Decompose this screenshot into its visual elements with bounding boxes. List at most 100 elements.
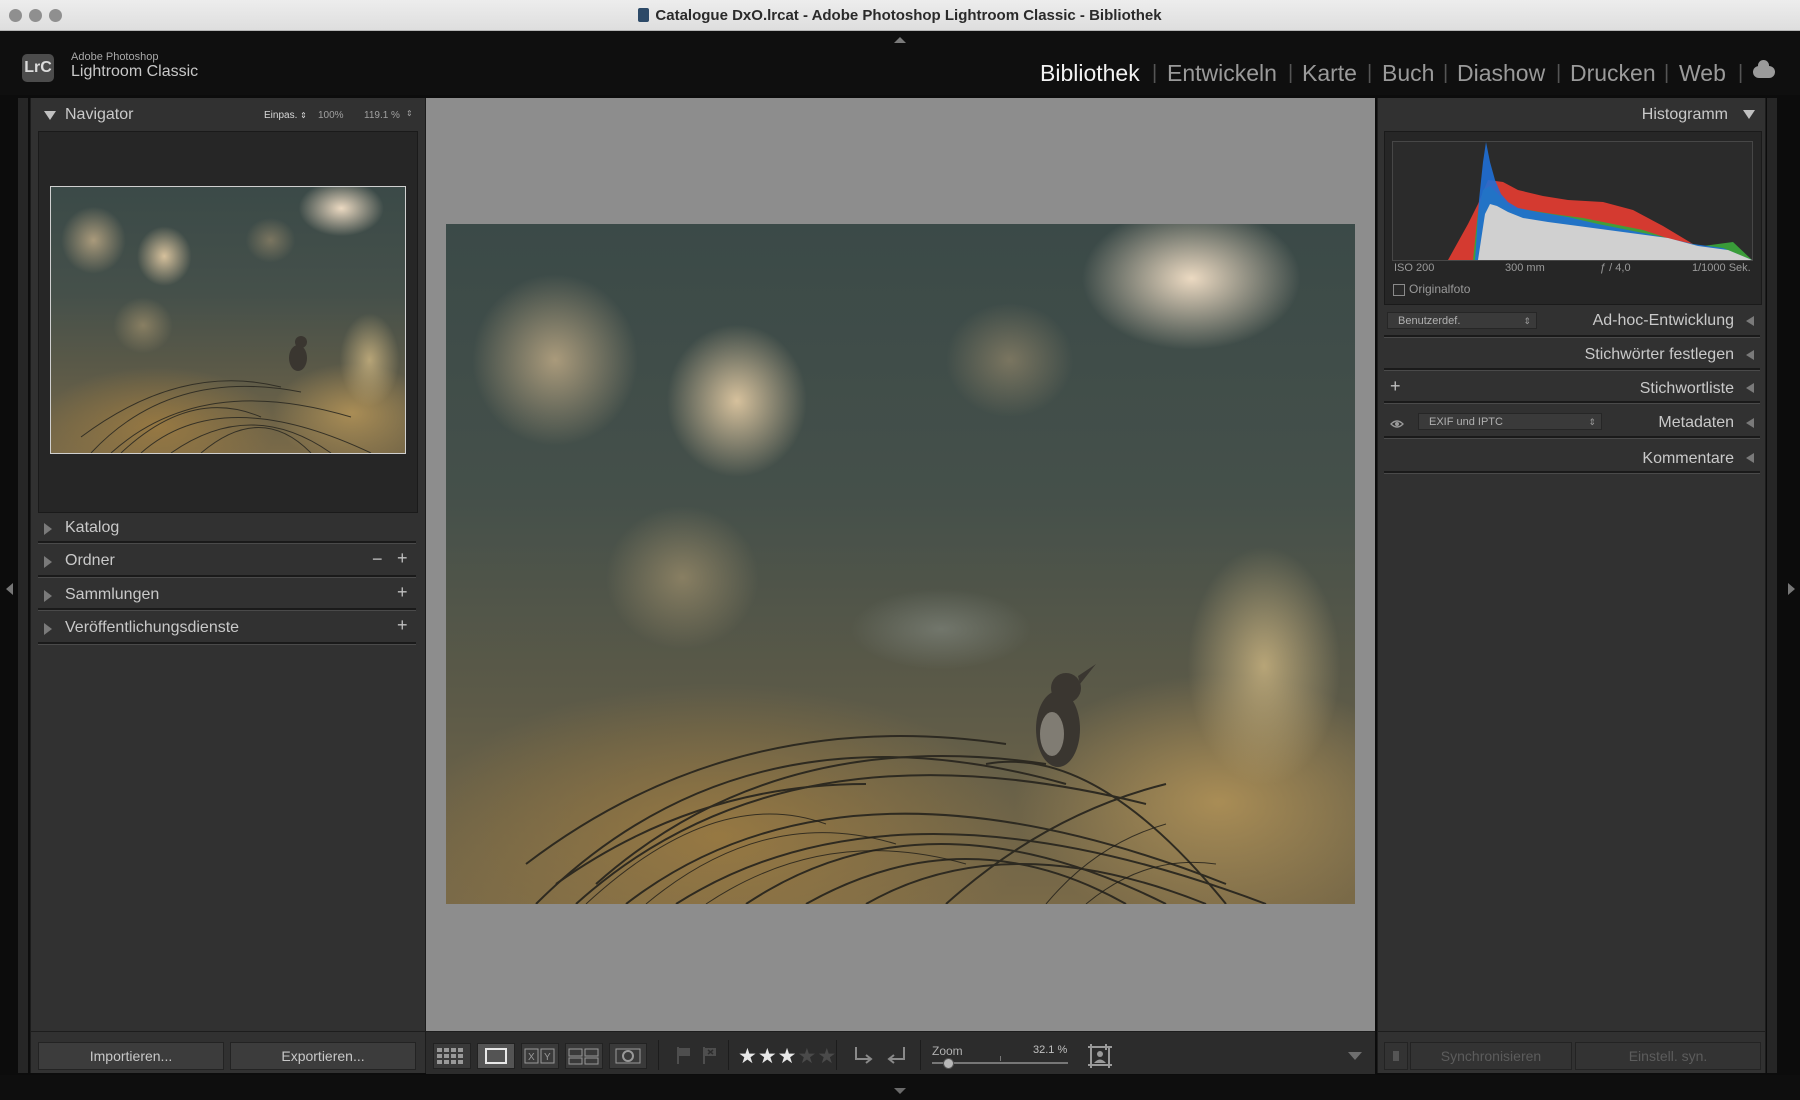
people-view-glyph <box>615 1048 641 1064</box>
export-button[interactable]: Exportieren... <box>230 1042 416 1070</box>
keyword-list-add-button[interactable]: + <box>1390 376 1401 397</box>
module-diashow[interactable]: Diashow <box>1457 60 1545 87</box>
metadata-preset-value: EXIF und IPTC <box>1429 416 1503 428</box>
module-separator: | <box>1288 62 1294 84</box>
original-photo-checkbox[interactable] <box>1393 284 1405 296</box>
loupe-view-glyph <box>485 1048 507 1064</box>
window-title: Catalogue DxO.lrcat - Adobe Photoshop Li… <box>0 7 1800 24</box>
toolbar-separator <box>836 1040 837 1070</box>
zoom-value: 32.1 % <box>1033 1044 1068 1056</box>
ordner-add-button[interactable]: + <box>397 548 408 569</box>
histogram-shutter: 1/1000 Sek. <box>1692 262 1751 274</box>
main-photo-branches-graphic <box>525 589 1267 904</box>
brand-line-2: Lightroom Classic <box>71 63 199 80</box>
panel-divider <box>38 642 416 645</box>
panel-divider <box>38 608 416 611</box>
main-photo[interactable] <box>446 224 1355 904</box>
panel-divider <box>38 575 416 578</box>
comments-title[interactable]: Kommentare <box>1560 450 1734 468</box>
sync-button[interactable]: Synchronisieren <box>1410 1042 1572 1070</box>
histogram-iso: ISO 200 <box>1394 262 1435 274</box>
document-icon <box>638 8 650 22</box>
reject-flag-icon[interactable] <box>702 1045 718 1070</box>
keyword-list-expand-icon[interactable] <box>1746 383 1754 393</box>
histogram-collapse-icon[interactable] <box>1743 110 1755 119</box>
left-panel-edge <box>18 98 28 1073</box>
publish-services-panel-title[interactable]: Veröffentlichungsdienste <box>65 619 239 637</box>
rotate-right-icon[interactable] <box>884 1043 912 1072</box>
publish-services-add-button[interactable]: + <box>397 615 408 636</box>
module-separator: | <box>1738 62 1744 84</box>
star-icon[interactable]: ★ <box>778 1045 798 1068</box>
sammlungen-panel-title[interactable]: Sammlungen <box>65 586 159 604</box>
people-view-icon[interactable] <box>609 1043 647 1069</box>
grid-view-glyph <box>437 1048 463 1064</box>
module-buch[interactable]: Buch <box>1382 60 1434 87</box>
toolbar-options-icon[interactable] <box>1348 1052 1362 1060</box>
collapse-left-panel-icon[interactable] <box>6 583 13 595</box>
histogram-chart[interactable] <box>1392 141 1753 261</box>
module-drucken[interactable]: Drucken <box>1570 60 1656 87</box>
right-panel-edge <box>1767 98 1777 1073</box>
panel-divider <box>1384 436 1760 439</box>
rotate-left-icon[interactable] <box>848 1043 876 1072</box>
ordner-expand-icon[interactable] <box>44 556 52 568</box>
quick-develop-title[interactable]: Ad-hoc-Entwicklung <box>1500 312 1734 330</box>
katalog-expand-icon[interactable] <box>44 523 52 535</box>
fit-label: Einpas. <box>264 110 298 121</box>
import-button[interactable]: Importieren... <box>38 1042 224 1070</box>
module-karte[interactable]: Karte <box>1302 60 1357 87</box>
window-title-text: Catalogue DxO.lrcat - Adobe Photoshop Li… <box>655 7 1162 24</box>
collapse-top-panel-icon[interactable] <box>894 37 906 43</box>
right-footer-divider <box>1377 1031 1766 1032</box>
comments-expand-icon[interactable] <box>1746 453 1754 463</box>
publish-services-expand-icon[interactable] <box>44 623 52 635</box>
zoom-label: Zoom <box>932 1044 963 1058</box>
compare-view-icon[interactable]: XY <box>521 1043 559 1069</box>
svg-text:X: X <box>528 1052 535 1063</box>
sync-settings-button[interactable]: Einstell. syn. <box>1575 1042 1761 1070</box>
metadata-title[interactable]: Metadaten <box>1560 414 1734 432</box>
navigator-fit-option[interactable]: Einpas. ⇕ <box>264 110 307 121</box>
keywording-expand-icon[interactable] <box>1746 350 1754 360</box>
metadata-expand-icon[interactable] <box>1746 418 1754 428</box>
star-icon[interactable]: ★ <box>738 1045 758 1068</box>
keywording-title[interactable]: Stichwörter festlegen <box>1480 346 1734 364</box>
left-footer-divider <box>30 1031 426 1032</box>
toolbar-separator <box>920 1040 921 1070</box>
module-entwickeln[interactable]: Entwickeln <box>1167 60 1277 87</box>
star-icon[interactable]: ★ <box>797 1045 817 1068</box>
module-bibliothek[interactable]: Bibliothek <box>1040 60 1140 87</box>
sammlungen-expand-icon[interactable] <box>44 590 52 602</box>
compare-view-glyph: XY <box>524 1048 555 1064</box>
zoom-tick <box>1000 1056 1001 1061</box>
flag-icon[interactable] <box>676 1045 692 1070</box>
loupe-view-icon[interactable] <box>477 1043 515 1069</box>
eye-icon[interactable] <box>1390 416 1404 434</box>
navigator-zoom-custom[interactable]: 119.1 % <box>364 110 400 121</box>
navigator-zoom-100[interactable]: 100% <box>318 110 344 121</box>
survey-view-icon[interactable] <box>565 1043 603 1069</box>
zoom-slider[interactable] <box>932 1058 1068 1069</box>
quick-develop-expand-icon[interactable] <box>1746 316 1754 326</box>
navigator-zoom-stepper-icon[interactable]: ⇕ <box>406 109 413 118</box>
ordner-panel-title[interactable]: Ordner <box>65 552 115 570</box>
keyword-list-title[interactable]: Stichwortliste <box>1500 380 1734 398</box>
crop-overlay-icon[interactable] <box>1086 1042 1114 1075</box>
navigator-thumbnail[interactable] <box>50 186 406 454</box>
navigator-collapse-icon[interactable] <box>44 111 56 120</box>
toolbar-separator <box>658 1040 659 1070</box>
star-rating[interactable]: ★★★★★ <box>738 1044 837 1069</box>
star-icon[interactable]: ★ <box>758 1045 778 1068</box>
expand-filmstrip-icon[interactable] <box>894 1088 906 1094</box>
collapse-right-panel-icon[interactable] <box>1788 583 1795 595</box>
star-icon[interactable]: ★ <box>817 1045 837 1068</box>
grid-view-icon[interactable] <box>433 1043 471 1069</box>
sammlungen-add-button[interactable]: + <box>397 582 408 603</box>
cloud-icon[interactable] <box>1753 60 1775 78</box>
ordner-remove-button[interactable]: − <box>372 549 383 570</box>
auto-sync-toggle[interactable] <box>1384 1042 1408 1070</box>
katalog-panel-title[interactable]: Katalog <box>65 519 119 537</box>
module-web[interactable]: Web <box>1679 60 1726 87</box>
panel-divider <box>38 541 416 544</box>
